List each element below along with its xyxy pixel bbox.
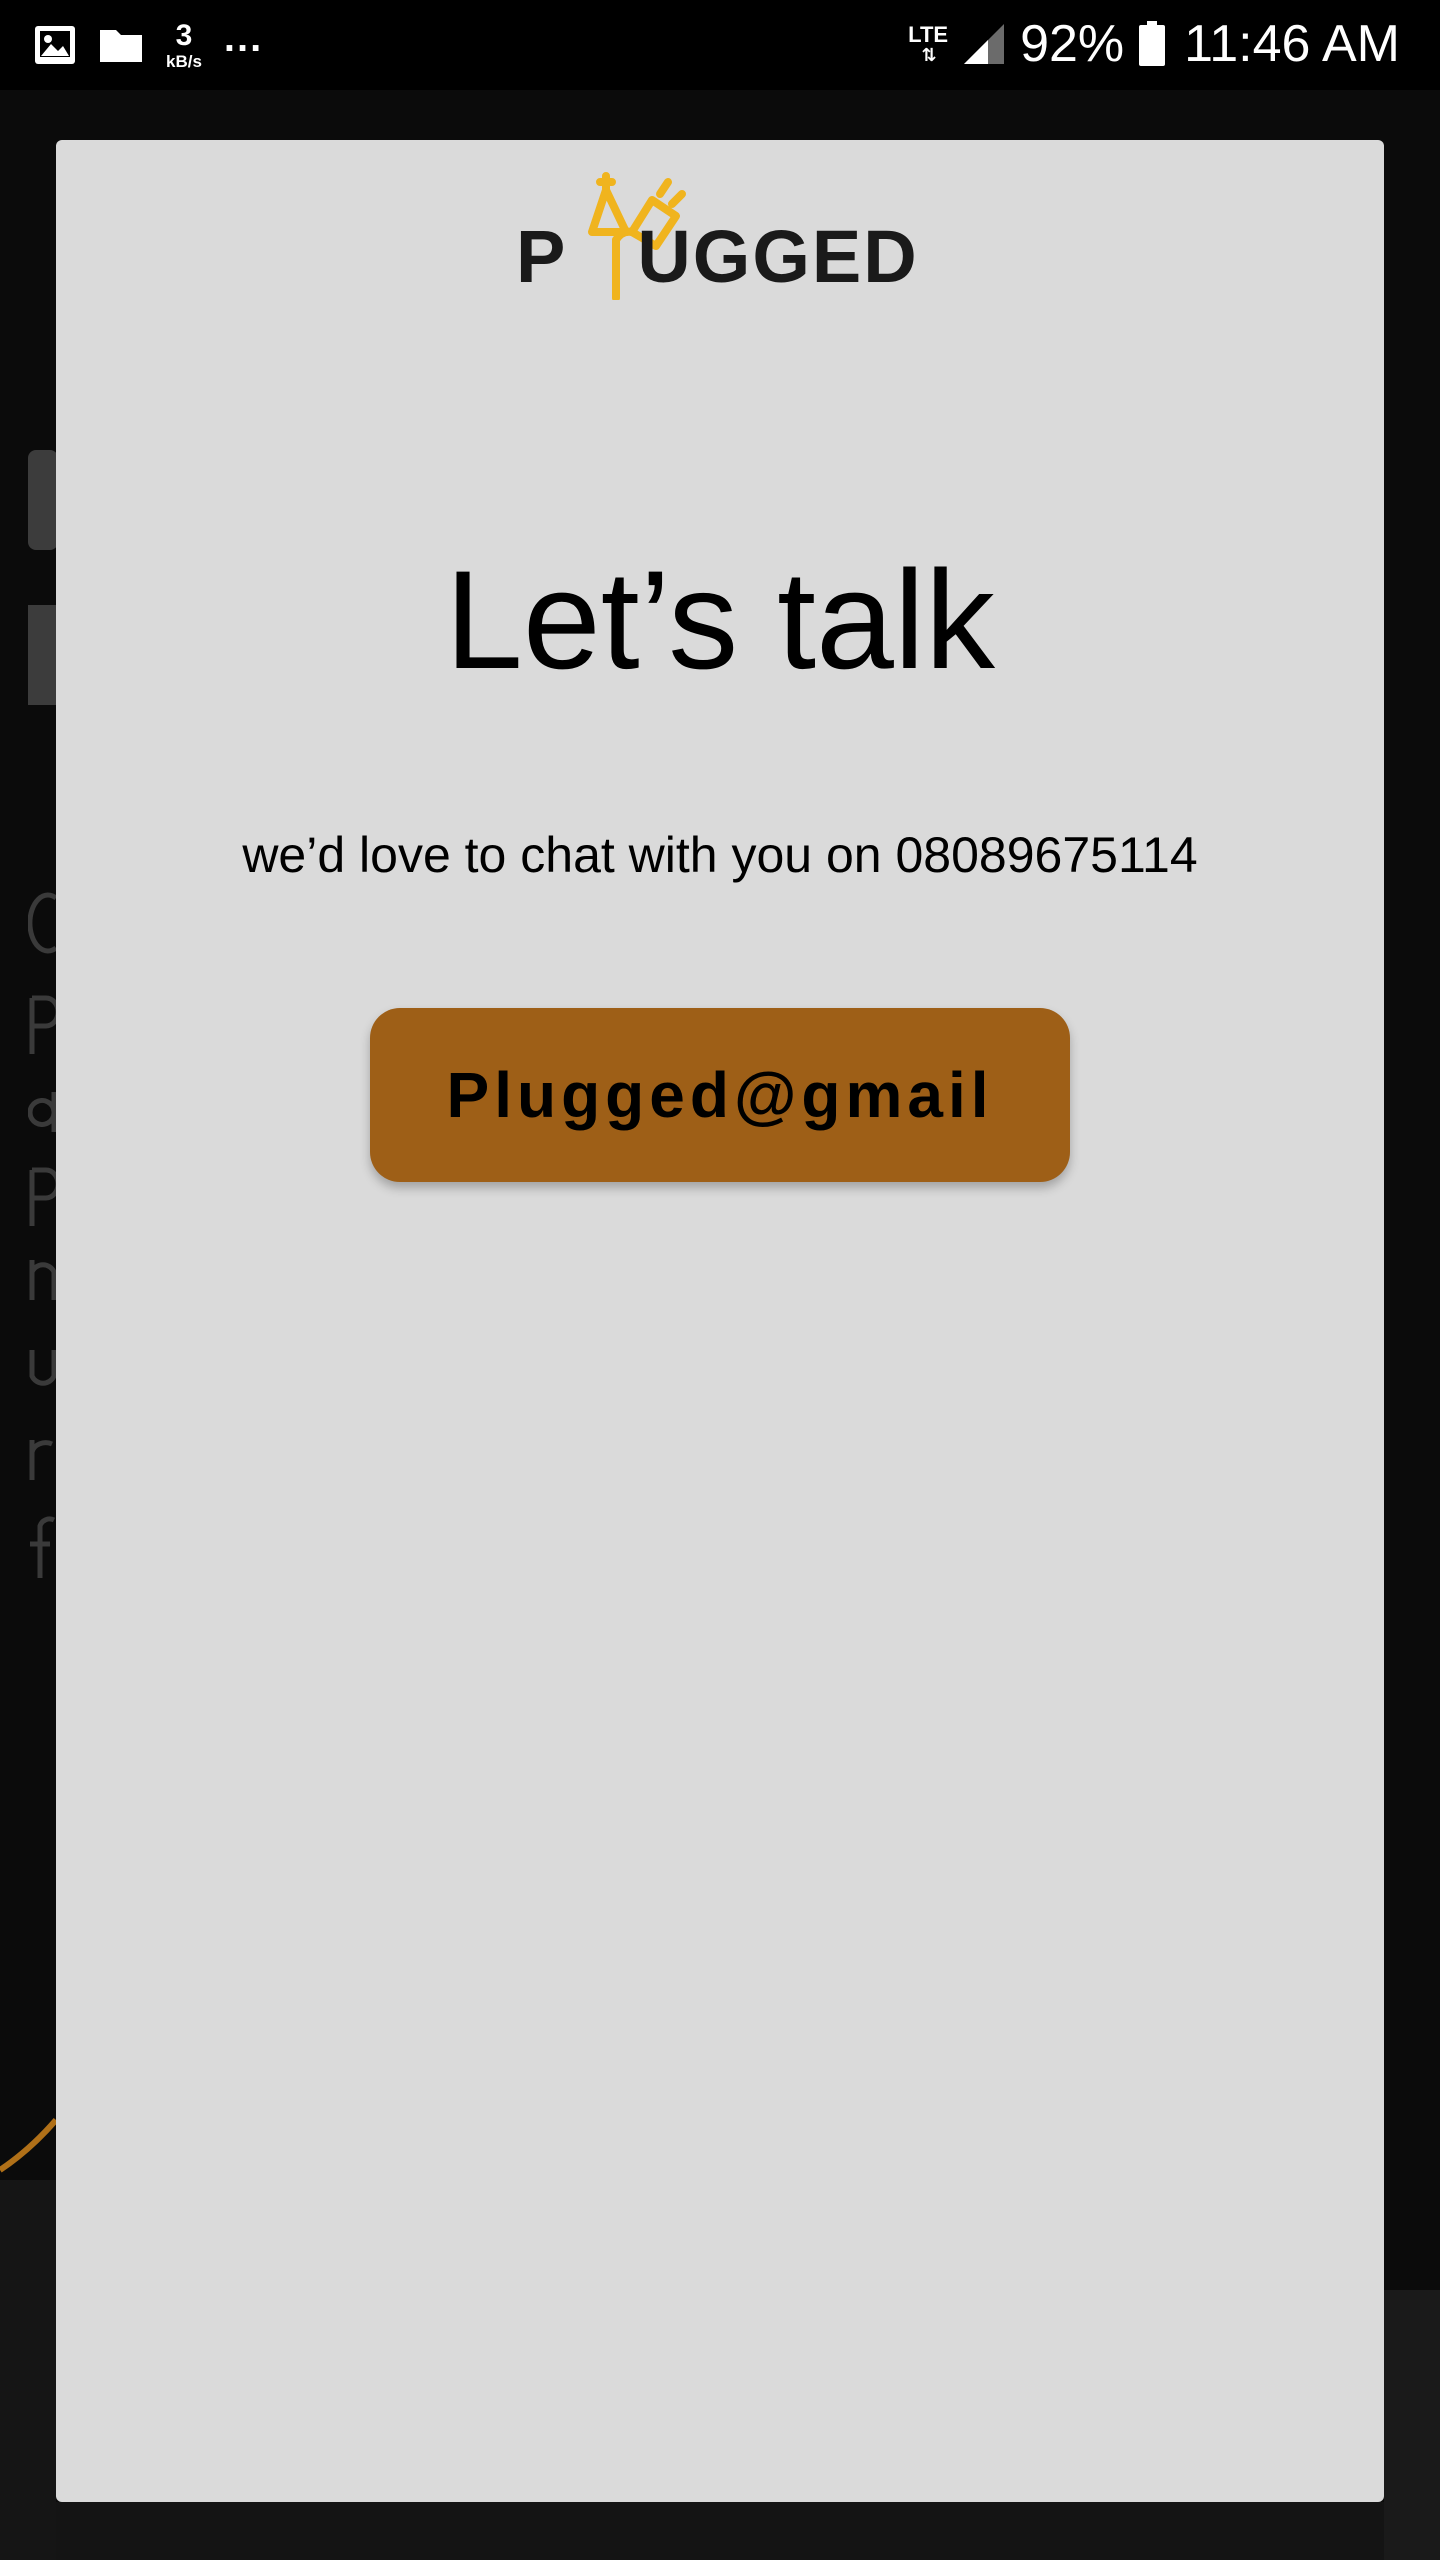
logo-letter-p: P [516,215,568,298]
signal-strength-icon [962,22,1006,66]
plugged-logo: P UGGED [516,160,936,300]
lte-label: LTE [908,22,949,47]
more-notifications-indicator: ... [223,15,264,60]
image-icon [34,25,76,65]
logo-letters-rest: UGGED [637,215,919,298]
status-bar-right: LTE ⇅ 92% 11:46 AM [908,14,1400,74]
clock: 11:46 AM [1184,15,1400,73]
logo-wordmark: P UGGED [516,220,919,294]
folder-icon [98,26,144,64]
modal-title: Let’s talk [445,541,995,698]
battery-percentage: 92% [1020,15,1125,73]
battery-icon [1138,21,1166,67]
network-speed-value: 3 [175,18,193,52]
status-bar: 3 kB/s ... LTE ⇅ 92% 11:46 AM [0,0,1440,90]
network-speed-unit: kB/s [166,51,202,71]
data-activity-arrows-icon: ⇅ [921,45,937,65]
status-bar-left: 3 kB/s ... [34,15,264,72]
lte-indicator: LTE ⇅ [908,22,949,65]
contact-modal: P UGGED Let’s talk we’d love to chat wit… [56,140,1384,2502]
contact-phone-text: we’d love to chat with you on 0808967511… [242,827,1198,883]
network-speed: 3 kB/s [166,18,202,71]
email-button[interactable]: Plugged@gmail [370,1008,1070,1182]
